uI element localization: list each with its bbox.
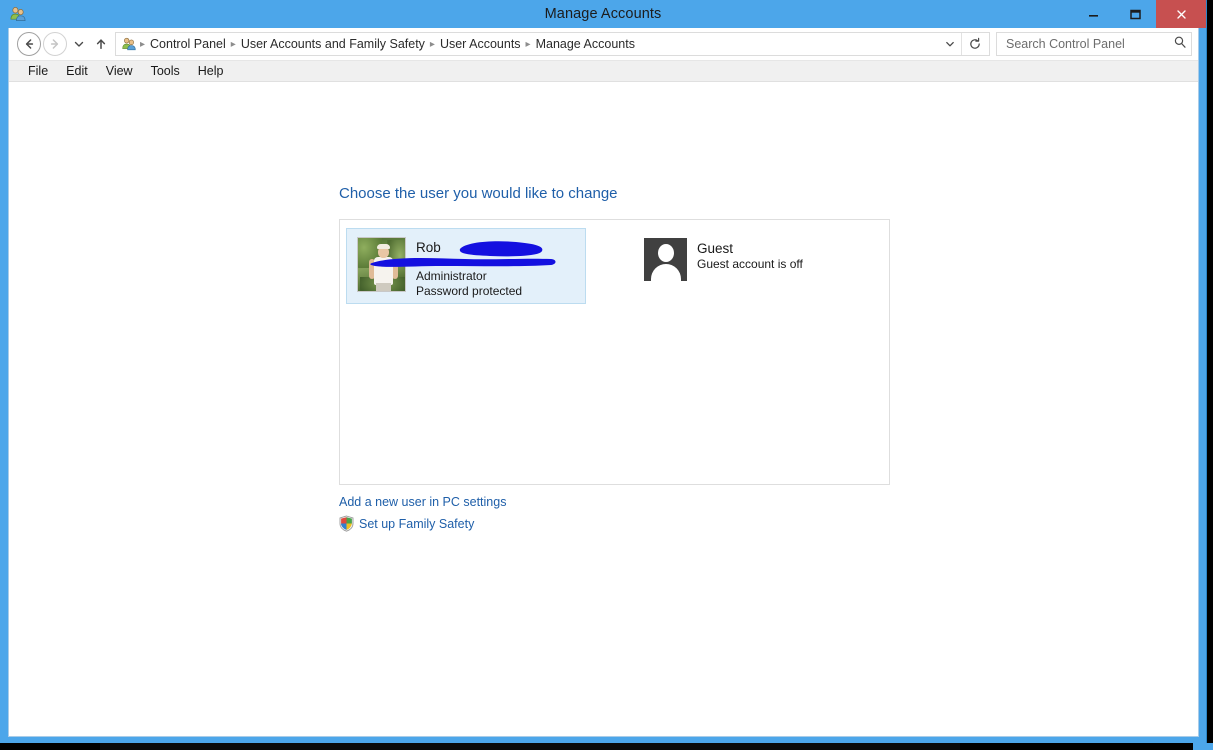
menu-bar: File Edit View Tools Help [9, 60, 1198, 82]
menu-item-view[interactable]: View [97, 62, 142, 80]
window-controls [1072, 0, 1206, 28]
breadcrumb[interactable]: ▸ Control Panel ▸ User Accounts and Fami… [115, 32, 990, 56]
forward-button[interactable] [43, 32, 67, 56]
back-button[interactable] [17, 32, 41, 56]
guest-silhouette-avatar [644, 238, 687, 281]
window-title: Manage Accounts [544, 6, 662, 22]
explorer-window: Manage Accounts ▸ Control Panel ▸ User A… [0, 0, 1207, 745]
account-name: Rob [416, 240, 441, 255]
user-accounts-icon [121, 36, 137, 52]
search-input[interactable] [1004, 36, 1173, 52]
window-client-area: ▸ Control Panel ▸ User Accounts and Fami… [8, 28, 1199, 737]
breadcrumb-separator: ▸ [230, 38, 236, 50]
account-detail-lines: Administrator Password protected [416, 269, 522, 299]
menu-item-edit[interactable]: Edit [57, 62, 97, 80]
taskbar[interactable] [0, 743, 1213, 750]
desktop: Manage Accounts ▸ Control Panel ▸ User A… [0, 0, 1213, 750]
link-add-new-user[interactable]: Add a new user in PC settings [339, 495, 506, 509]
user-photo-avatar [357, 237, 406, 292]
page-title: Choose the user you would like to change [339, 185, 618, 202]
menu-item-help[interactable]: Help [189, 62, 233, 80]
content-pane: Choose the user you would like to change [9, 82, 1198, 735]
breadcrumb-item-user-accounts-and-family-safety[interactable]: User Accounts and Family Safety [237, 37, 429, 51]
taskbar-right-edge [1193, 743, 1213, 750]
refresh-icon[interactable] [961, 33, 987, 55]
address-toolbar: ▸ Control Panel ▸ User Accounts and Fami… [9, 28, 1198, 60]
up-button[interactable] [89, 32, 113, 56]
close-button[interactable] [1156, 0, 1206, 28]
account-tile-guest[interactable]: Guest Guest account is off [633, 229, 878, 303]
previous-locations-chevron-down-icon[interactable] [939, 33, 961, 55]
maximize-button[interactable] [1114, 0, 1156, 28]
account-status: Guest account is off [697, 257, 803, 271]
account-info: Rob Administrator Password protected [370, 237, 556, 299]
avatar[interactable] [357, 237, 406, 292]
link-set-up-family-safety[interactable]: Set up Family Safety [359, 517, 474, 531]
recent-pages-chevron-down-icon[interactable] [69, 32, 89, 56]
breadcrumb-separator: ▸ [525, 38, 531, 50]
menu-item-tools[interactable]: Tools [142, 62, 189, 80]
account-name: Guest [697, 241, 734, 256]
accounts-list-panel: Rob Administrator Password protected Gue… [339, 219, 890, 485]
account-password-status: Password protected [416, 284, 523, 298]
breadcrumb-separator: ▸ [140, 38, 146, 50]
breadcrumb-item-manage-accounts[interactable]: Manage Accounts [532, 37, 639, 51]
breadcrumb-item-control-panel[interactable]: Control Panel [146, 37, 230, 51]
security-shield-icon [338, 515, 355, 532]
avatar[interactable] [644, 238, 687, 281]
title-bar: Manage Accounts [0, 0, 1206, 28]
family-safety-link-row[interactable]: Set up Family Safety [338, 515, 474, 532]
account-info: Guest Guest account is off [697, 238, 803, 272]
account-type: Administrator [416, 269, 487, 283]
search-icon[interactable] [1173, 35, 1187, 54]
breadcrumb-separator: ▸ [429, 38, 435, 50]
search-box[interactable] [996, 32, 1192, 56]
menu-item-file[interactable]: File [19, 62, 57, 80]
account-tile-rob[interactable]: Rob Administrator Password protected [346, 228, 586, 304]
minimize-button[interactable] [1072, 0, 1114, 28]
taskbar-buttons-area[interactable] [100, 743, 960, 750]
breadcrumb-item-user-accounts[interactable]: User Accounts [436, 37, 525, 51]
